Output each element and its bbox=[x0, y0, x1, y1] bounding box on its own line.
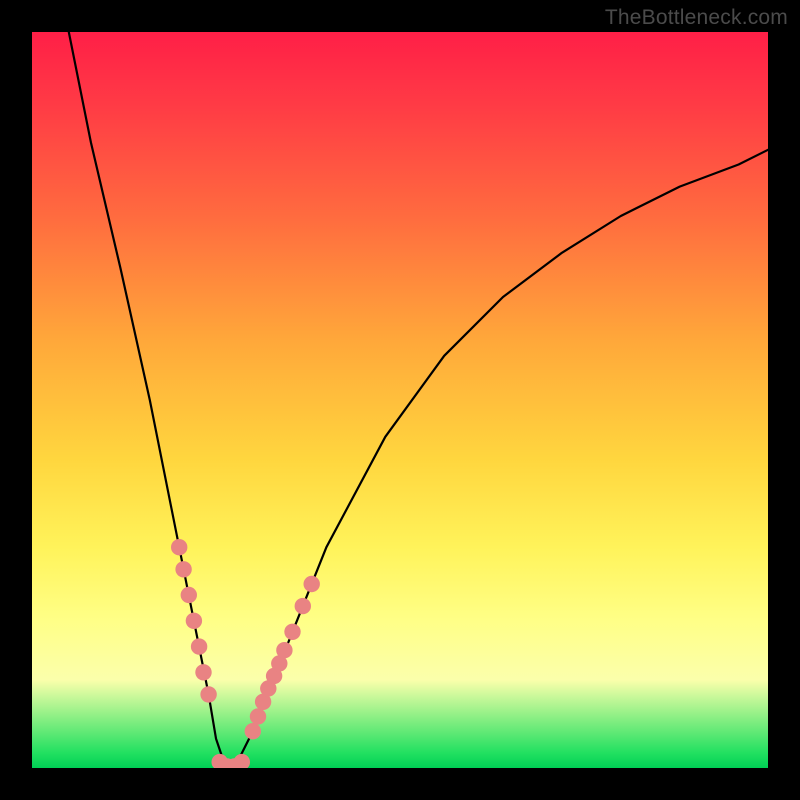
chart-frame: TheBottleneck.com bbox=[0, 0, 800, 800]
marker-right bbox=[245, 723, 261, 739]
marker-left bbox=[200, 686, 216, 702]
curve-layer bbox=[32, 32, 768, 768]
bottleneck-curve bbox=[69, 32, 768, 768]
marker-left bbox=[186, 613, 202, 629]
marker-left bbox=[195, 664, 211, 680]
marker-right bbox=[284, 624, 300, 640]
marker-right bbox=[304, 576, 320, 592]
marker-right bbox=[276, 642, 292, 658]
marker-left bbox=[181, 587, 197, 603]
marker-left bbox=[171, 539, 187, 555]
marker-right bbox=[250, 708, 266, 724]
plot-area bbox=[32, 32, 768, 768]
marker-bottom bbox=[234, 754, 250, 768]
marker-left bbox=[191, 638, 207, 654]
marker-left bbox=[175, 561, 191, 577]
watermark-text: TheBottleneck.com bbox=[605, 6, 788, 30]
marker-right bbox=[295, 598, 311, 614]
